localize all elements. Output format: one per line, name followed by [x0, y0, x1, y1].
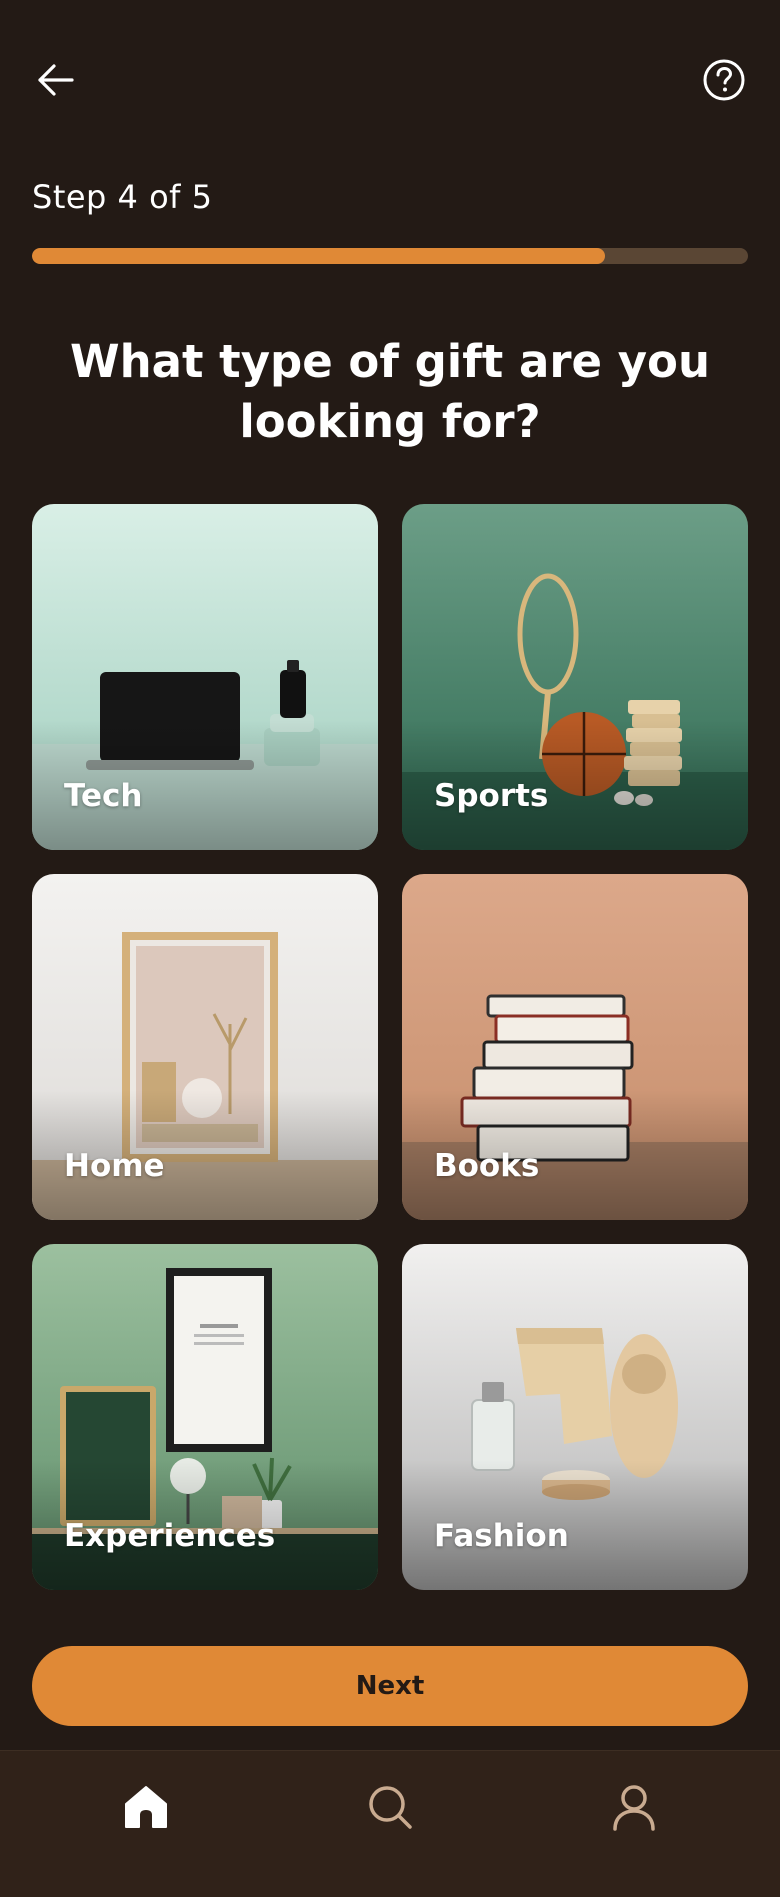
category-label: Experiences: [64, 1518, 276, 1554]
bottom-navigation: [0, 1750, 780, 1897]
nav-profile[interactable]: [604, 1777, 664, 1837]
category-card-fashion[interactable]: Fashion: [402, 1244, 748, 1590]
question-circle-icon: [703, 59, 745, 101]
category-label: Tech: [64, 778, 143, 814]
progress-bar: [32, 248, 748, 264]
category-card-home[interactable]: Home: [32, 874, 378, 1220]
category-card-experiences[interactable]: Experiences: [32, 1244, 378, 1590]
nav-search[interactable]: [360, 1777, 420, 1837]
help-button[interactable]: [700, 56, 748, 104]
category-card-sports[interactable]: Sports: [402, 504, 748, 850]
progress-fill: [32, 248, 605, 264]
nav-home[interactable]: [116, 1777, 176, 1837]
top-bar: [0, 0, 780, 160]
category-label: Books: [434, 1148, 540, 1184]
category-label: Fashion: [434, 1518, 569, 1554]
category-card-books[interactable]: Books: [402, 874, 748, 1220]
back-button[interactable]: [32, 56, 80, 104]
step-indicator: Step 4 of 5: [32, 178, 213, 216]
arrow-left-icon: [38, 64, 74, 96]
search-icon: [369, 1786, 412, 1829]
next-button[interactable]: Next: [32, 1646, 748, 1726]
category-label: Home: [64, 1148, 165, 1184]
category-card-tech[interactable]: Tech: [32, 504, 378, 850]
home-icon: [125, 1786, 167, 1828]
profile-icon: [613, 1785, 655, 1831]
question-title: What type of gift are you looking for?: [69, 335, 711, 448]
category-label: Sports: [434, 778, 549, 814]
